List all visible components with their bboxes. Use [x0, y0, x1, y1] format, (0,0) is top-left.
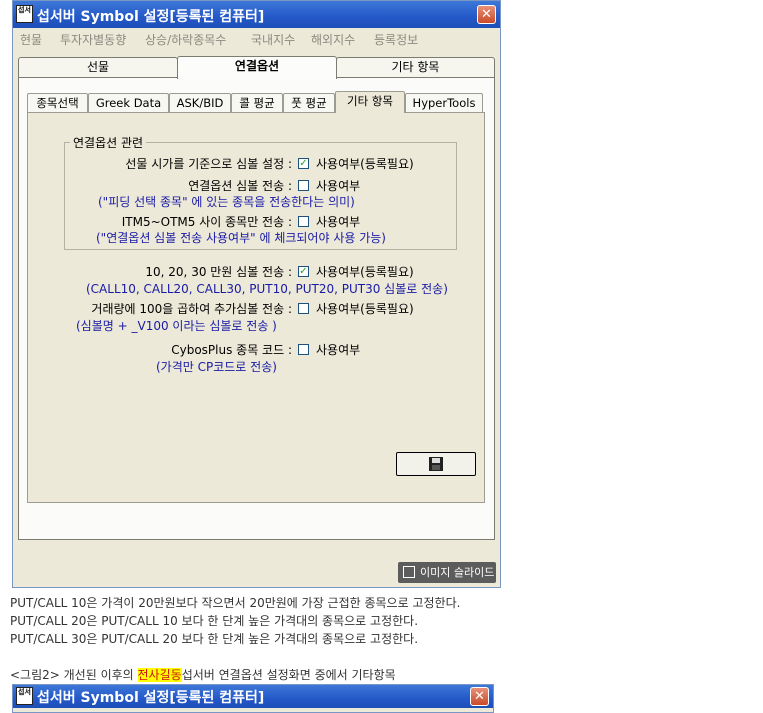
caption-suffix: 섭서버 연결옵션 설정화면 중에서 기타항목: [181, 668, 396, 682]
app-icon: 섭서: [16, 687, 33, 705]
itm-otm-only-checkbox[interactable]: [298, 216, 309, 227]
inner-tab-panel: 연결옵션 관련 선물 시가를 기준으로 심볼 설정 : ✓ 사용여부(등록필요)…: [27, 112, 485, 503]
menu-item-domestic-index[interactable]: 국내지수: [251, 31, 295, 48]
floppy-disk-icon: [429, 457, 443, 471]
caption-highlight: 전사길동: [137, 668, 182, 682]
menu-item-foreign-index[interactable]: 해외지수: [311, 31, 355, 48]
paragraph-line: PUT/CALL 20은 PUT/CALL 10 보다 한 단계 높은 가격대의…: [10, 614, 419, 628]
subtab-other-items[interactable]: 기타 항목: [335, 91, 405, 113]
menu-item-registration-info[interactable]: 등록정보: [374, 31, 418, 48]
image-slide-label: 이미지 슬라이드: [420, 566, 495, 579]
paragraph-line: PUT/CALL 10은 가격이 20만원보다 작으면서 20만원에 가장 근접…: [10, 596, 461, 610]
cybosplus-code-checkbox[interactable]: [298, 344, 309, 355]
setting-note: (CALL10, CALL20, CALL30, PUT10, PUT20, P…: [86, 282, 448, 296]
subtab-put-average[interactable]: 풋 평균: [283, 93, 335, 112]
setting-label: 거래량에 100을 곱하여 추가심볼 전송 :: [91, 302, 292, 316]
menu-item-investor-trend[interactable]: 투자자별동향: [60, 31, 126, 48]
setting-note: ("연결옵션 심볼 전송 사용여부" 에 체크되어야 사용 가능): [96, 231, 386, 245]
image-slide-button[interactable]: 이미지 슬라이드: [398, 562, 496, 583]
setting-label: CybosPlus 종목 코드 :: [171, 343, 292, 357]
tab-futures[interactable]: 선물: [18, 57, 178, 77]
paragraph-line: PUT/CALL 30은 PUT/CALL 20 보다 한 단계 높은 가격대의…: [10, 632, 419, 646]
menu-bar: 현물 투자자별동향 상승/하락종목수 국내지수 해외지수 등록정보: [13, 28, 500, 48]
figure-caption: <그림2> 개선된 이후의 전사길동섭서버 연결옵션 설정화면 중에서 기타항목: [10, 666, 396, 683]
check-icon: ✓: [299, 266, 308, 277]
checkbox-label: 사용여부: [316, 215, 361, 229]
setting-label: 선물 시가를 기준으로 심볼 설정 :: [125, 157, 292, 171]
window-titlebar[interactable]: 섭서 섭서버 Symbol 설정[등록된 컴퓨터] ✕: [13, 1, 500, 28]
outer-tab-panel: 종목선택 Greek Data ASK/BID 콜 평균 풋 평균 기타 항목 …: [18, 77, 495, 540]
app-icon: 섭서: [16, 5, 33, 23]
close-button[interactable]: ✕: [470, 687, 489, 706]
price-symbol-checkbox[interactable]: ✓: [298, 266, 309, 277]
subtab-greek-data[interactable]: Greek Data: [88, 93, 169, 112]
tab-linked-options[interactable]: 연결옵션: [177, 56, 337, 79]
caption-prefix: <그림2> 개선된 이후의: [10, 668, 138, 682]
volume-symbol-checkbox[interactable]: [298, 303, 309, 314]
checkbox-label: 사용여부(등록필요): [316, 157, 414, 171]
window-title: 섭서버 Symbol 설정[등록된 컴퓨터]: [37, 690, 265, 706]
checkbox-label: 사용여부(등록필요): [316, 302, 414, 316]
close-button[interactable]: ✕: [477, 5, 496, 24]
menu-item-spot[interactable]: 현물: [20, 31, 42, 48]
checkbox-label: 사용여부: [316, 179, 361, 193]
subtab-ask-bid[interactable]: ASK/BID: [169, 93, 231, 112]
group-title: 연결옵션 관련: [70, 134, 147, 151]
slideshow-icon: [403, 566, 415, 578]
checkbox-label: 사용여부(등록필요): [316, 265, 414, 279]
subtab-call-average[interactable]: 콜 평균: [231, 93, 283, 112]
setting-label: ITM5~OTM5 사이 종목만 전송 :: [121, 215, 292, 229]
setting-label: 10, 20, 30 만원 심볼 전송 :: [145, 265, 292, 279]
menu-item-advance-decline[interactable]: 상승/하락종목수: [145, 31, 226, 48]
settings-window: 섭서 섭서버 Symbol 설정[등록된 컴퓨터] ✕ 현물 투자자별동향 상승…: [12, 0, 501, 588]
futures-open-symbol-checkbox[interactable]: ✓: [298, 158, 309, 169]
subtab-hypertools[interactable]: HyperTools: [405, 93, 483, 112]
settings-window-2: 섭서 섭서버 Symbol 설정[등록된 컴퓨터] ✕: [12, 684, 494, 713]
tab-other-items[interactable]: 기타 항목: [336, 57, 495, 77]
linked-option-symbol-checkbox[interactable]: [298, 180, 309, 191]
setting-note: ("피딩 선택 종목" 에 있는 종목을 전송한다는 의미): [98, 195, 355, 209]
window-titlebar[interactable]: 섭서 섭서버 Symbol 설정[등록된 컴퓨터] ✕: [13, 685, 493, 708]
check-icon: ✓: [299, 158, 308, 169]
setting-note: (가격만 CP코드로 전송): [156, 360, 277, 374]
window-title: 섭서버 Symbol 설정[등록된 컴퓨터]: [37, 9, 265, 25]
setting-label: 연결옵션 심볼 전송 :: [188, 179, 292, 193]
setting-note: (심볼명 + _V100 이라는 심볼로 전송 ): [76, 319, 277, 333]
checkbox-label: 사용여부: [316, 343, 361, 357]
save-button[interactable]: [396, 452, 476, 476]
subtab-symbol-select[interactable]: 종목선택: [27, 93, 88, 112]
